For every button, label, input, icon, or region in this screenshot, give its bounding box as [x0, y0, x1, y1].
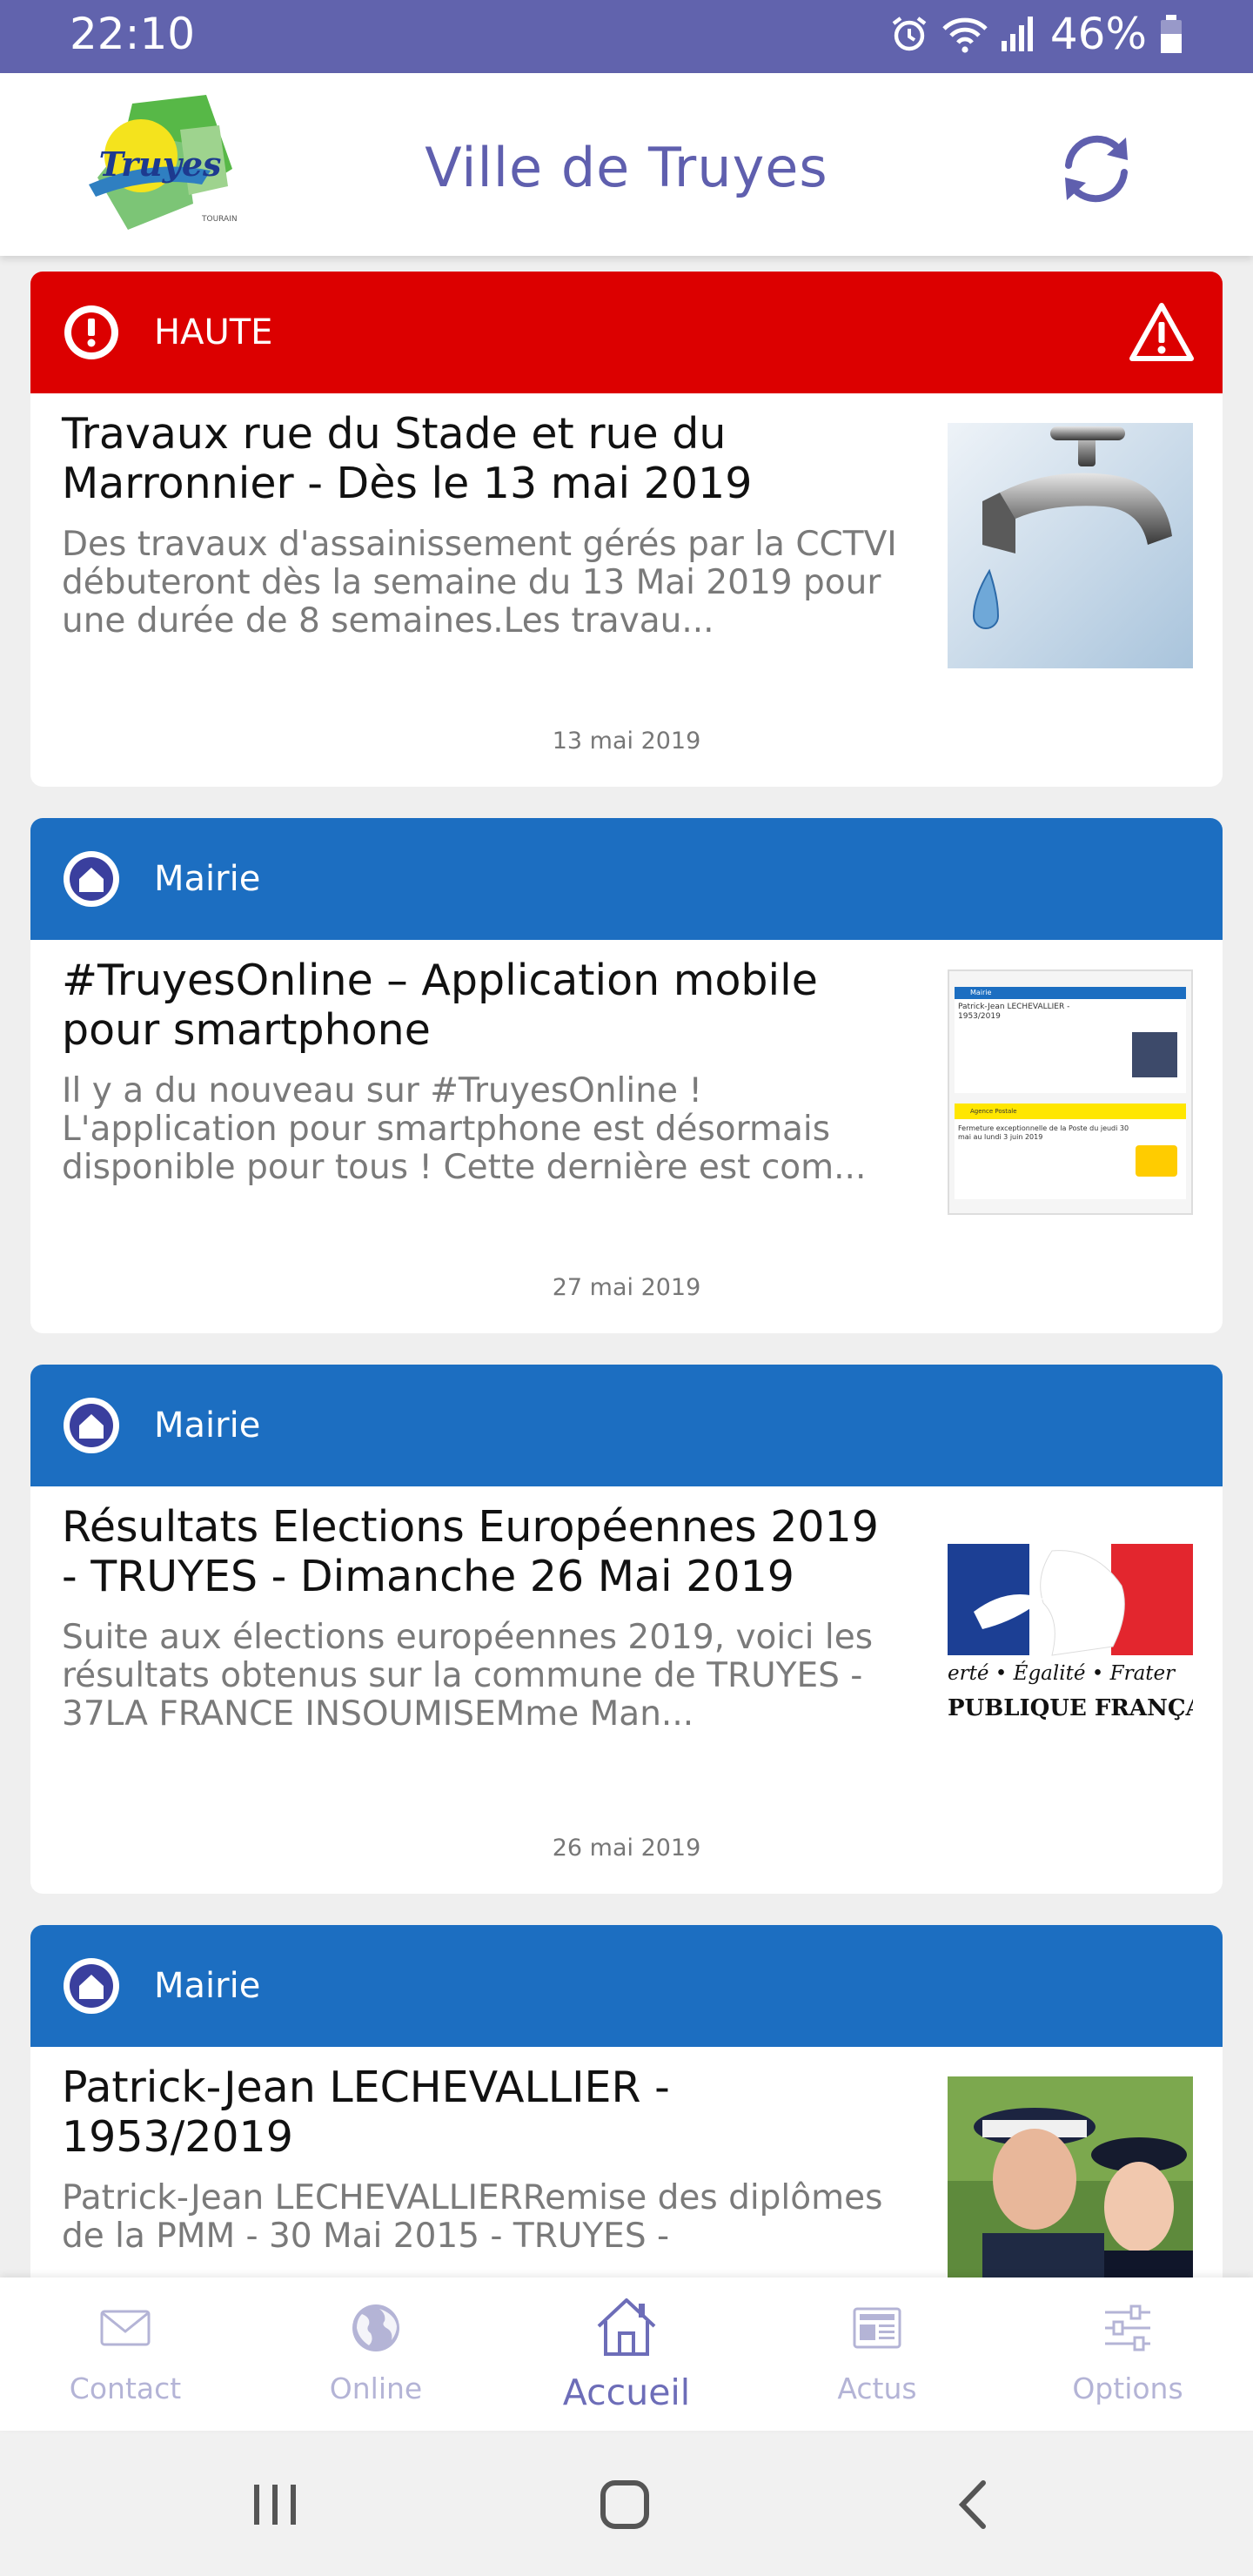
home-icon [64, 1398, 119, 1453]
nav-contact[interactable]: Contact [0, 2277, 251, 2431]
article-date: 26 mai 2019 [552, 1835, 701, 1862]
nav-accueil[interactable]: Accueil [501, 2277, 752, 2431]
category-label: HAUTE [154, 312, 273, 352]
nav-actus[interactable]: Actus [752, 2277, 1002, 2431]
battery-percent: 46% [1049, 9, 1147, 59]
alarm-icon [892, 17, 927, 51]
nav-online[interactable]: Online [251, 2277, 501, 2431]
article-title: Résultats Elections Européennes 2019 - T… [62, 1502, 879, 1601]
article-date: 13 mai 2019 [552, 728, 701, 755]
category-bar: Mairie [30, 818, 1223, 940]
article-excerpt: Suite aux élections européennes 2019, vo… [62, 1618, 874, 1734]
home-button-icon[interactable] [594, 2474, 655, 2535]
news-card[interactable]: HAUTE Travaux rue du Stade et rue du Mar… [30, 272, 1223, 787]
news-feed[interactable]: HAUTE Travaux rue du Stade et rue du Mar… [30, 272, 1223, 2277]
thumb-text: Patrick-Jean LECHEVALLIER - 1953/2019 [958, 1003, 1070, 1021]
sliders-icon [1105, 2304, 1150, 2351]
nav-label: Actus [837, 2371, 917, 2405]
thumb-text: erté • Égalité • Frater [948, 1662, 1176, 1685]
article-date: 27 mai 2019 [552, 1274, 701, 1301]
system-navigation-bar [0, 2431, 1253, 2576]
card-body: Résultats Elections Européennes 2019 - T… [30, 1486, 1223, 1894]
logo-subtext: TOURAINE [201, 215, 237, 224]
nav-label: Accueil [562, 2371, 691, 2413]
news-card[interactable]: Mairie Patrick-Jean LECHEVALLIER - 1953/… [30, 1925, 1223, 2277]
news-card[interactable]: Mairie Résultats Elections Européennes 2… [30, 1365, 1223, 1894]
home-icon [597, 2298, 656, 2356]
card-body: Travaux rue du Stade et rue du Marronnie… [30, 393, 1223, 787]
status-time: 22:10 [70, 9, 196, 59]
category-label: Mairie [154, 1966, 261, 2006]
mail-icon [100, 2310, 151, 2346]
wifi-icon [942, 17, 988, 53]
article-title: Patrick-Jean LECHEVALLIER - 1953/2019 [62, 2063, 670, 2162]
thumb-text: Fermeture exceptionnelle de la Poste du … [958, 1124, 1129, 1141]
back-icon[interactable] [945, 2474, 1006, 2535]
home-icon [64, 851, 119, 907]
article-excerpt: Patrick-Jean LECHEVALLIERRemise des dipl… [62, 2178, 883, 2256]
globe-icon [352, 2304, 399, 2351]
warning-icon [1129, 303, 1194, 361]
category-bar: Mairie [30, 1365, 1223, 1486]
signal-icon [1001, 17, 1033, 51]
status-bar: 22:10 46% [0, 0, 1253, 73]
article-title: Travaux rue du Stade et rue du Marronnie… [62, 409, 753, 508]
thumb-text: PUBLIQUE FRANÇA [948, 1695, 1193, 1721]
water-tap-image [948, 423, 1193, 668]
nav-label: Options [1072, 2371, 1183, 2405]
card-body: Patrick-Jean LECHEVALLIER - 1953/2019 Pa… [30, 2047, 1223, 2277]
article-excerpt: Des travaux d'assainissement gérés par l… [62, 525, 897, 641]
article-title: #TruyesOnline – Application mobile pour … [62, 956, 818, 1055]
battery-icon [1161, 15, 1182, 53]
category-label: Mairie [154, 859, 261, 899]
refresh-icon[interactable] [1053, 125, 1140, 212]
home-icon [64, 1958, 119, 2014]
news-card[interactable]: Mairie #TruyesOnline – Application mobil… [30, 818, 1223, 1333]
app-header: Truyes TOURAINE Ville de Truyes [0, 73, 1253, 256]
card-body: #TruyesOnline – Application mobile pour … [30, 940, 1223, 1333]
news-icon [853, 2307, 901, 2349]
app-screenshot-image: Mairie Patrick-Jean LECHEVALLIER - 1953/… [948, 969, 1193, 1215]
thumb-poste-tag: Agence Postale [955, 1104, 1186, 1119]
bottom-navigation: Contact Online Accueil Actus Options [0, 2277, 1253, 2431]
category-label: Mairie [154, 1405, 261, 1446]
thumb-mairie-tag: Mairie [955, 987, 1186, 999]
navy-officers-photo [948, 2076, 1193, 2277]
article-excerpt: Il y a du nouveau sur #TruyesOnline ! L'… [62, 1071, 867, 1187]
status-icons: 46% [888, 9, 1183, 59]
alert-icon [64, 305, 118, 359]
nav-label: Contact [69, 2371, 182, 2405]
category-bar: HAUTE [30, 272, 1223, 393]
republique-francaise-logo: erté • Égalité • Frater PUBLIQUE FRANÇA [948, 1516, 1193, 1761]
category-bar: Mairie [30, 1925, 1223, 2047]
nav-label: Online [329, 2371, 423, 2405]
recent-apps-icon[interactable] [245, 2474, 306, 2535]
nav-options[interactable]: Options [1002, 2277, 1253, 2431]
